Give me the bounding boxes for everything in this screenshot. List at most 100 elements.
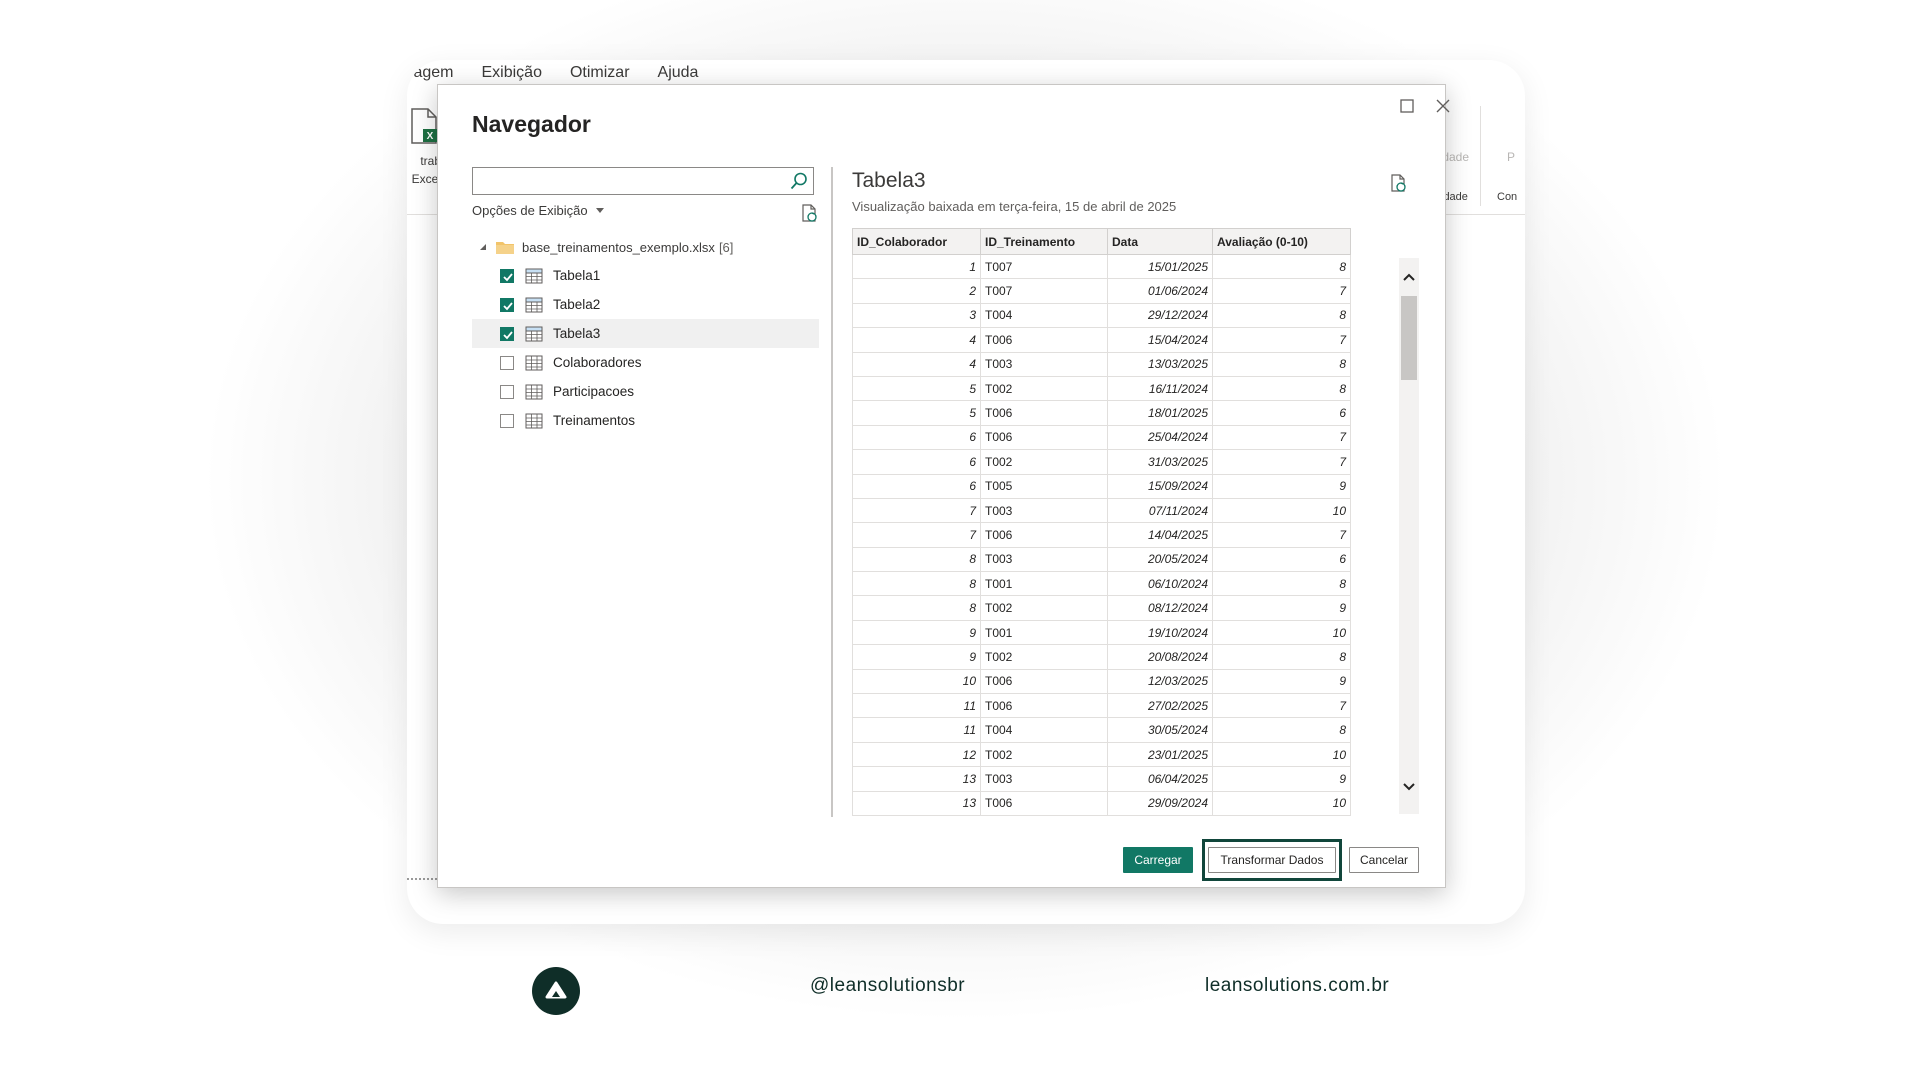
close-button[interactable] [1426,91,1460,121]
table-cell: 8 [1212,352,1351,377]
tree-item-participacoes[interactable]: Participacoes [472,377,819,406]
column-header: ID_Treinamento [980,228,1108,255]
table-cell: 9 [852,644,981,670]
table-cell: 15/04/2024 [1107,327,1213,353]
table-cell: 13 [852,766,981,792]
table-cell: 29/09/2024 [1107,791,1213,816]
table-cell: T001 [980,620,1108,646]
search-field[interactable] [472,167,814,195]
tree-item-tabela1[interactable]: Tabela1 [472,261,819,290]
folder-icon [496,242,514,254]
search-input[interactable] [473,168,773,194]
table-cell: 11 [852,717,981,743]
cancel-button[interactable]: Cancelar [1349,847,1419,873]
table-cell: T006 [980,327,1108,353]
table-cell: 9 [852,620,981,646]
table-cell: 7 [1212,278,1351,304]
table-cell: 08/12/2024 [1107,595,1213,621]
refresh-document-icon[interactable] [1388,173,1408,193]
table-row: 6 T006 25/04/2024 7 [852,425,1351,451]
table-cell: 19/10/2024 [1107,620,1213,646]
tree-item-label: Tabela1 [553,268,601,283]
table-cell: 1 [852,254,981,280]
table-row: 5 T006 18/01/2025 6 [852,400,1351,426]
refresh-document-icon[interactable] [799,203,819,223]
preview-table-container[interactable]: ID_Colaborador ID_Treinamento Data Avali… [852,228,1352,818]
table-cell: 8 [1212,717,1351,743]
table-cell: 10 [852,669,981,695]
table-cell: 8 [1212,644,1351,670]
tree-item-tabela2[interactable]: Tabela2 [472,290,819,319]
sheet-icon [525,384,543,399]
column-header: ID_Colaborador [852,228,981,255]
table-cell: 8 [852,547,981,573]
table-cell: 8 [1212,303,1351,329]
table-cell: 11 [852,693,981,719]
chevron-down-icon[interactable] [1402,782,1416,792]
checkbox[interactable] [500,326,514,341]
table-cell: 06/04/2025 [1107,766,1213,792]
table-row: 13 T003 06/04/2025 9 [852,766,1351,792]
checkbox[interactable] [500,355,514,370]
table-cell: 7 [1212,425,1351,451]
search-icon[interactable] [789,171,809,191]
maximize-button[interactable] [1390,91,1424,121]
excel-workbook-label: trab Excel [411,154,441,186]
table-row: 13 T006 29/09/2024 10 [852,791,1351,816]
preview-table: ID_Colaborador ID_Treinamento Data Avali… [852,228,1351,816]
scrollbar-thumb[interactable] [1401,296,1417,380]
tree-item-tabela3[interactable]: Tabela3 [472,319,819,348]
table-cell: 01/06/2024 [1107,278,1213,304]
table-cell: 5 [852,376,981,402]
table-cell: 2 [852,278,981,304]
table-cell: 20/05/2024 [1107,547,1213,573]
table-cell: 7 [852,522,981,548]
social-handle: @leansolutionsbr [810,975,966,996]
table-cell: 5 [852,400,981,426]
tree-root-workbook[interactable]: base_treinamentos_exemplo.xlsx [6] [472,233,819,261]
pane-divider [831,167,833,817]
table-cell: 6 [1212,400,1351,426]
table-cell: T003 [980,547,1108,573]
table-row: 9 T002 20/08/2024 8 [852,644,1351,670]
table-cell: T002 [980,644,1108,670]
table-cell: T002 [980,449,1108,475]
transform-data-button[interactable]: Transformar Dados [1208,847,1336,873]
table-cell: 23/01/2025 [1107,742,1213,768]
table-cell: 16/11/2024 [1107,376,1213,402]
display-options-dropdown[interactable]: Opções de Exibição [472,203,604,218]
table-row: 3 T004 29/12/2024 8 [852,303,1351,329]
column-header: Avaliação (0-10) [1212,228,1351,255]
ribbon-group-label: Con [1497,191,1518,203]
load-button[interactable]: Carregar [1123,847,1193,873]
vertical-scrollbar[interactable] [1399,258,1419,814]
preview-subtitle: Visualização baixada em terça-feira, 15 … [852,199,1177,214]
table-cell: 7 [1212,522,1351,548]
table-cell: 8 [852,595,981,621]
table-cell: 8 [1212,376,1351,402]
table-row: 7 T006 14/04/2025 7 [852,522,1351,548]
caret-expanded-icon[interactable] [478,242,488,252]
checkbox[interactable] [500,413,514,428]
table-cell: 25/04/2024 [1107,425,1213,451]
table-cell: 9 [1212,766,1351,792]
chevron-up-icon[interactable] [1402,272,1416,282]
table-cell: T005 [980,474,1108,499]
table-cell: 7 [1212,449,1351,475]
sheet-icon [525,413,543,428]
excel-workbook-icon[interactable]: X [409,108,439,144]
table-cell: 10 [1212,742,1351,768]
table-row: 8 T003 20/05/2024 6 [852,547,1351,573]
tree-item-colaboradores[interactable]: Colaboradores [472,348,819,377]
checkbox[interactable] [500,384,514,399]
checkbox[interactable] [500,297,514,312]
table-row: 4 T003 13/03/2025 8 [852,352,1351,377]
table-cell: T007 [980,278,1108,304]
checkbox[interactable] [500,268,514,283]
table-cell: 13/03/2025 [1107,352,1213,377]
navigator-tree: base_treinamentos_exemplo.xlsx [6] Tabel… [472,233,819,435]
tree-item-treinamentos[interactable]: Treinamentos [472,406,819,435]
table-row: 11 T004 30/05/2024 8 [852,717,1351,743]
checkmark-icon [503,330,513,339]
table-cell: T006 [980,425,1108,451]
